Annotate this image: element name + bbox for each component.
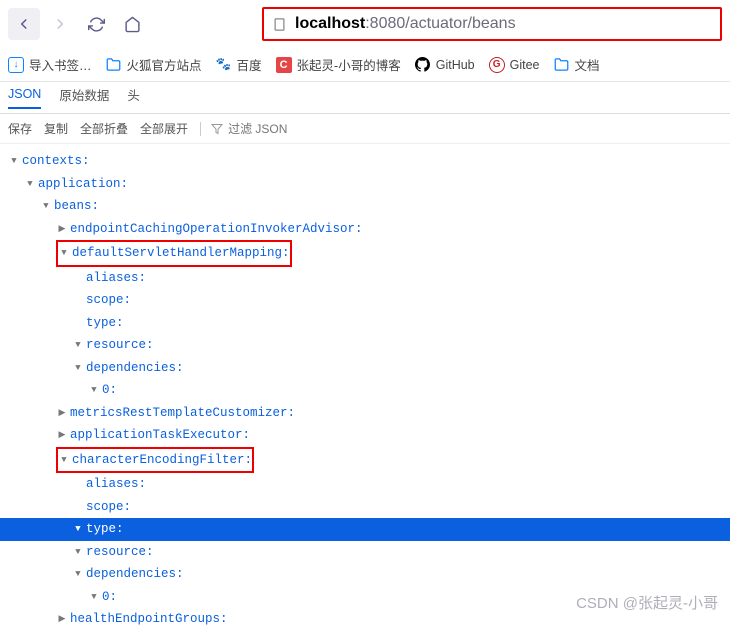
tree-node-resource[interactable]: ▼resource:	[8, 334, 730, 357]
tree-node-dependencies[interactable]: ▼dependencies:	[8, 563, 730, 586]
bookmark-firefox[interactable]: 火狐官方站点	[106, 55, 202, 74]
filter-icon	[211, 123, 223, 135]
tree-node-metrics-customizer[interactable]: ▶metricsRestTemplateCustomizer:	[8, 402, 730, 425]
bookmark-label: GitHub	[436, 58, 475, 72]
toggle-icon	[72, 496, 84, 519]
expand-all-button[interactable]: 全部展开	[140, 120, 188, 137]
arrow-left-icon	[15, 15, 33, 33]
tab-headers[interactable]: 头	[127, 85, 140, 110]
tree-node-beans[interactable]: ▼beans:	[8, 195, 730, 218]
folder-icon	[106, 57, 122, 73]
reload-button[interactable]	[80, 8, 112, 40]
toggle-icon[interactable]: ▶	[56, 402, 68, 425]
bookmark-label: 火狐官方站点	[127, 55, 202, 74]
toggle-icon	[72, 289, 84, 312]
browser-nav-bar: localhost:8080/actuator/beans	[0, 0, 730, 48]
home-button[interactable]	[116, 8, 148, 40]
tree-node-aliases[interactable]: aliases:	[8, 267, 730, 290]
csdn-icon: C	[276, 57, 292, 73]
toggle-icon[interactable]: ▼	[88, 379, 100, 402]
bookmark-gitee[interactable]: G Gitee	[489, 57, 540, 73]
toggle-icon[interactable]: ▼	[88, 586, 100, 609]
paw-icon: 🐾	[216, 57, 232, 73]
bookmark-baidu[interactable]: 🐾 百度	[216, 55, 262, 74]
toggle-icon[interactable]: ▼	[8, 150, 20, 173]
tree-node-dep-0[interactable]: ▼0:	[8, 586, 730, 609]
tree-node-type[interactable]: type:	[8, 312, 730, 335]
url-bar[interactable]: localhost:8080/actuator/beans	[262, 7, 722, 41]
copy-button[interactable]: 复制	[44, 120, 68, 137]
toggle-icon	[72, 267, 84, 290]
save-button[interactable]: 保存	[8, 120, 32, 137]
toggle-icon[interactable]: ▼	[72, 518, 84, 541]
forward-button[interactable]	[44, 8, 76, 40]
toggle-icon[interactable]: ▶	[56, 608, 68, 631]
tree-node-endpoint-advisor[interactable]: ▶endpointCachingOperationInvokerAdvisor:	[8, 218, 730, 241]
page-icon	[272, 17, 287, 32]
tree-node-contexts[interactable]: ▼contexts:	[8, 150, 730, 173]
json-toolbar: 保存 复制 全部折叠 全部展开	[0, 114, 730, 144]
tree-node-health-groups[interactable]: ▶healthEndpointGroups:	[8, 608, 730, 631]
tab-raw[interactable]: 原始数据	[59, 85, 109, 110]
bookmark-github[interactable]: GitHub	[415, 57, 475, 73]
bookmark-label: 文档	[575, 55, 600, 74]
toggle-icon[interactable]: ▼	[72, 334, 84, 357]
toggle-icon	[72, 312, 84, 335]
bookmarks-bar: ↓ 导入书签… 火狐官方站点 🐾 百度 C 张起灵-小哥的博客 GitHub G Git…	[0, 48, 730, 82]
back-button[interactable]	[8, 8, 40, 40]
toggle-icon[interactable]: ▼	[72, 541, 84, 564]
toggle-icon[interactable]: ▼	[58, 449, 70, 472]
bookmark-blog[interactable]: C 张起灵-小哥的博客	[276, 55, 401, 74]
tree-node-app-executor[interactable]: ▶applicationTaskExecutor:	[8, 424, 730, 447]
toggle-icon[interactable]: ▼	[72, 563, 84, 586]
toggle-icon[interactable]: ▼	[58, 242, 70, 265]
url-text: localhost:8080/actuator/beans	[295, 15, 516, 33]
tree-node-resource[interactable]: ▼resource:	[8, 541, 730, 564]
home-icon	[124, 16, 141, 33]
tree-node-application[interactable]: ▼application:	[8, 173, 730, 196]
json-tree: ▼contexts: ▼application: ▼beans: ▶endpoi…	[0, 144, 730, 641]
toggle-icon[interactable]: ▶	[56, 218, 68, 241]
toggle-icon[interactable]: ▼	[40, 195, 52, 218]
gitee-icon: G	[489, 57, 505, 73]
bookmark-label: 张起灵-小哥的博客	[297, 55, 401, 74]
reload-icon	[88, 16, 105, 33]
filter-section	[200, 122, 328, 136]
tree-node-scope[interactable]: scope:	[8, 496, 730, 519]
devtools-tabs: JSON 原始数据 头	[0, 82, 730, 114]
bookmark-label: 百度	[237, 55, 262, 74]
import-icon: ↓	[8, 57, 24, 73]
filter-input[interactable]	[228, 122, 328, 136]
arrow-right-icon	[51, 15, 69, 33]
folder-icon	[554, 57, 570, 73]
toggle-icon[interactable]: ▶	[56, 424, 68, 447]
collapse-all-button[interactable]: 全部折叠	[80, 120, 128, 137]
tree-node-scope[interactable]: scope:	[8, 289, 730, 312]
tab-json[interactable]: JSON	[8, 87, 41, 109]
tree-node-dep-0[interactable]: ▼0:	[8, 379, 730, 402]
tree-node-char-encoding[interactable]: ▼characterEncodingFilter:	[8, 447, 730, 474]
toggle-icon	[72, 473, 84, 496]
tree-node-servlet-mapping[interactable]: ▼defaultServletHandlerMapping:	[8, 240, 730, 267]
bookmark-import[interactable]: ↓ 导入书签…	[8, 55, 92, 74]
bookmark-label: 导入书签…	[29, 55, 92, 74]
bookmark-docs[interactable]: 文档	[554, 55, 600, 74]
tree-node-type-selected[interactable]: ▼type:	[0, 518, 730, 541]
tree-node-dependencies[interactable]: ▼dependencies:	[8, 357, 730, 380]
bookmark-label: Gitee	[510, 58, 540, 72]
toggle-icon[interactable]: ▼	[24, 173, 36, 196]
toggle-icon[interactable]: ▼	[72, 357, 84, 380]
tree-node-aliases[interactable]: aliases:	[8, 473, 730, 496]
github-icon	[415, 57, 431, 73]
